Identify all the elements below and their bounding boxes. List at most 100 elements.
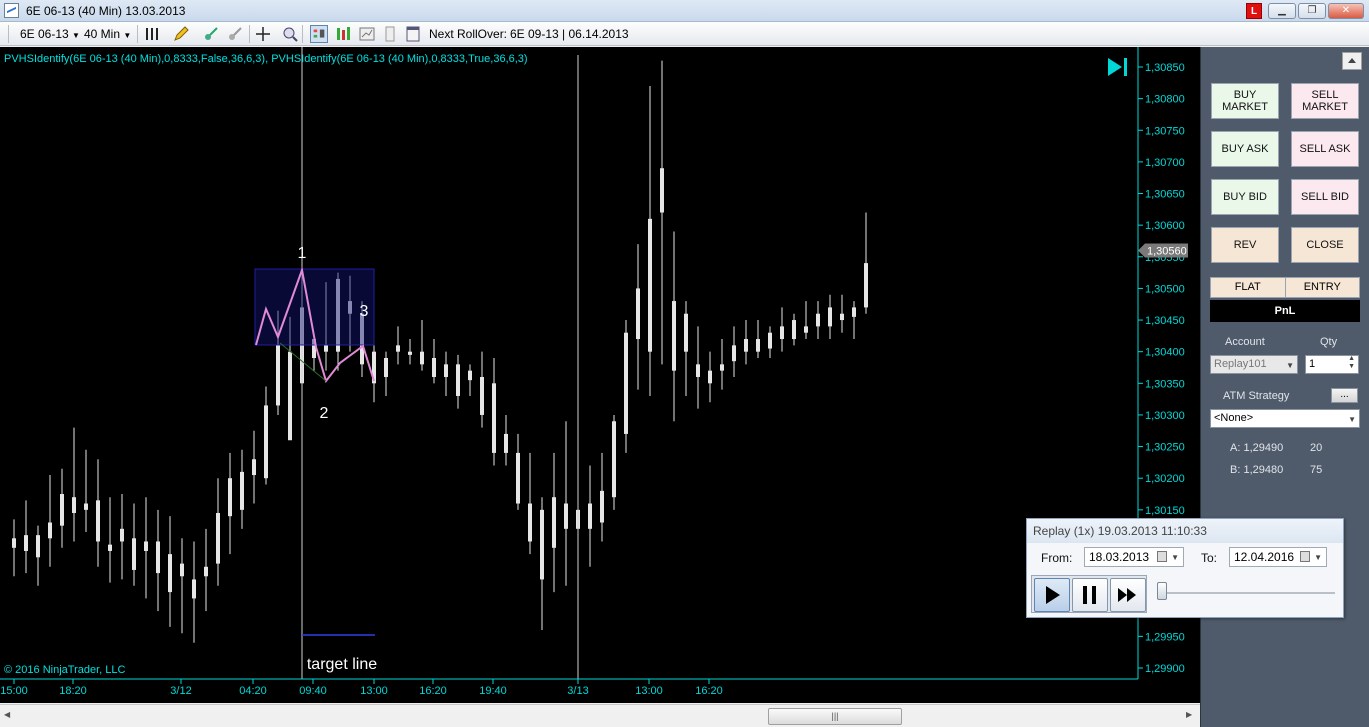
quantity-stepper[interactable]: 1 ▲ ▼: [1305, 355, 1359, 374]
candle: [144, 497, 148, 599]
chart-properties-icon[interactable]: [358, 25, 376, 43]
sell-market-button[interactable]: SELL MARKET: [1291, 83, 1359, 119]
price-tick-label: 1,30150: [1145, 505, 1185, 517]
play-icon: [1046, 586, 1060, 604]
time-tick-label: 15:00: [0, 685, 28, 697]
scrollbar-thumb[interactable]: |||: [768, 708, 902, 725]
replay-speed-slider[interactable]: [1157, 579, 1337, 609]
strategy-icon[interactable]: [226, 25, 244, 43]
play-button[interactable]: [1034, 578, 1070, 612]
time-tick-label: 13:00: [635, 685, 663, 697]
reverse-button[interactable]: REV: [1211, 227, 1279, 263]
data-box-icon[interactable]: [334, 25, 352, 43]
zoom-icon[interactable]: [281, 25, 299, 43]
window-link-icon[interactable]: [404, 25, 422, 43]
scroll-left-icon[interactable]: ◀: [4, 710, 10, 719]
time-axis[interactable]: 15:00 18:20 3/12 04:20 09:40 13:00 16:20 19:40 3…: [0, 678, 1138, 697]
candle-body: [840, 313, 844, 321]
candle-body: [804, 326, 808, 333]
link-badge[interactable]: L: [1246, 3, 1262, 19]
candle: [696, 326, 700, 409]
slider-thumb[interactable]: [1157, 582, 1167, 600]
chevron-down-icon[interactable]: ▼: [1171, 549, 1179, 567]
buy-market-button[interactable]: BUY MARKET: [1211, 83, 1279, 119]
candle-body: [636, 288, 640, 340]
close-position-button[interactable]: CLOSE: [1291, 227, 1359, 263]
candle: [768, 326, 772, 359]
chart-trader-icon[interactable]: [310, 25, 328, 43]
chevron-down-icon[interactable]: ▼: [1314, 549, 1322, 567]
buy-ask-button[interactable]: BUY ASK: [1211, 131, 1279, 167]
chart-horizontal-scrollbar[interactable]: ◀ ||| ▶: [0, 704, 1200, 727]
calendar-icon[interactable]: [1300, 551, 1310, 562]
candle: [480, 351, 484, 428]
candle: [36, 525, 40, 586]
sell-ask-button[interactable]: SELL ASK: [1291, 131, 1359, 167]
candle: [624, 320, 628, 453]
qty-label: Qty: [1320, 336, 1338, 348]
candle-body: [672, 301, 676, 371]
to-date-picker[interactable]: 12.04.2016 ▼: [1229, 547, 1327, 567]
chart-toolbar: 6E 06-13 ▼ 40 Min ▼ Next RollOver: 6E 09…: [0, 22, 1369, 46]
calendar-icon[interactable]: [1157, 551, 1167, 562]
candle: [12, 519, 16, 577]
candle: [48, 475, 52, 567]
candle-body: [564, 503, 568, 529]
pencil-icon[interactable]: [172, 25, 190, 43]
account-select[interactable]: Replay101 ▼: [1210, 355, 1298, 374]
replay-body: From: 18.03.2013 ▼ To: 12.04.2016 ▼: [1027, 543, 1343, 617]
restore-button[interactable]: ❐: [1298, 3, 1326, 19]
pattern-point-2-label: 2: [320, 405, 329, 422]
pattern-point-3-label: 3: [360, 303, 369, 320]
candle: [84, 449, 88, 532]
sell-bid-button[interactable]: SELL BID: [1291, 179, 1359, 215]
candle-body: [600, 490, 604, 523]
pause-button[interactable]: [1072, 578, 1108, 612]
candle-body: [396, 345, 400, 352]
time-tick-label: 16:20: [419, 685, 447, 697]
candle: [216, 478, 220, 586]
chevron-down-icon: ▼: [1348, 415, 1356, 424]
fast-forward-button[interactable]: [1110, 578, 1146, 612]
candle-body: [516, 452, 520, 504]
ask-size: 20: [1310, 442, 1323, 454]
atm-strategy-select[interactable]: <None> ▼: [1210, 409, 1360, 428]
scroll-top-icon[interactable]: [1342, 52, 1362, 70]
print-icon[interactable]: [381, 25, 399, 43]
atm-strategy-options-button[interactable]: ...: [1331, 388, 1358, 403]
candle-body: [36, 535, 40, 558]
candle-body: [24, 535, 28, 551]
candle: [504, 414, 508, 466]
candle-body: [252, 459, 256, 476]
scroll-right-icon[interactable]: ▶: [1186, 710, 1192, 719]
candle: [96, 459, 100, 567]
copyright-label: © 2016 NinjaTrader, LLC: [4, 664, 126, 676]
interval-selector[interactable]: 40 Min ▼: [84, 26, 131, 42]
stepper-arrows-icon[interactable]: ▲ ▼: [1348, 355, 1355, 371]
candle-body: [432, 358, 436, 377]
candle-body: [72, 497, 76, 514]
candle-body: [540, 509, 544, 580]
bid-price: B: 1,29480: [1230, 464, 1284, 476]
price-chart[interactable]: 1 2 3 target line 1,30850 1,30800 1,30750 1,30…: [0, 47, 1200, 703]
buy-bid-button[interactable]: BUY BID: [1211, 179, 1279, 215]
candle: [756, 320, 760, 359]
close-window-button[interactable]: ✕: [1328, 3, 1364, 19]
crosshair-icon[interactable]: [254, 25, 272, 43]
candle-body: [156, 541, 160, 574]
from-date-picker[interactable]: 18.03.2013 ▼: [1084, 547, 1184, 567]
rollover-label: Next RollOver:: [429, 27, 508, 41]
candle: [648, 85, 652, 396]
rollover-value: 6E 09-13 | 06.14.2013: [510, 27, 629, 41]
toolbar-separator: [249, 25, 250, 43]
add-indicator-icon[interactable]: [202, 25, 220, 43]
candle: [72, 427, 76, 542]
price-tick-label: 1,29900: [1145, 663, 1185, 675]
candle-body: [108, 544, 112, 551]
candle-body: [624, 332, 628, 434]
minimize-button[interactable]: ▁: [1268, 3, 1296, 19]
instrument-selector[interactable]: 6E 06-13 ▼: [20, 26, 80, 42]
bar-type-icon[interactable]: [144, 25, 162, 43]
chart-canvas[interactable]: 1 2 3 target line 1,30850 1,30800 1,30750 1,30…: [0, 47, 1200, 703]
candle: [60, 468, 64, 548]
